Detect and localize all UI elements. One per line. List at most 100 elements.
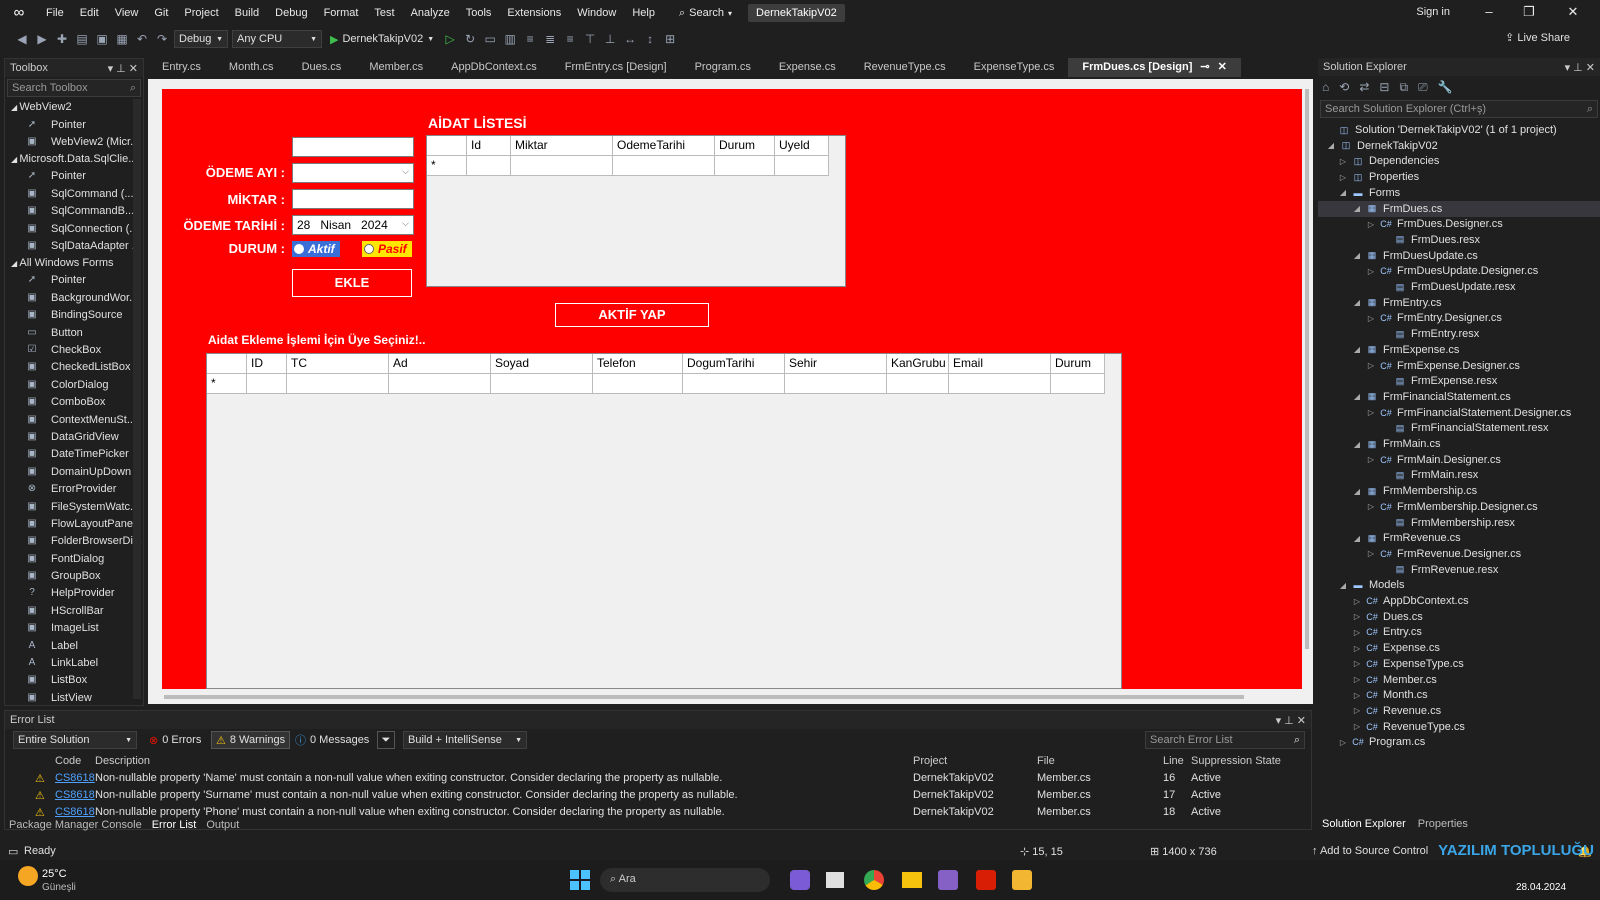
windows-start-icon[interactable] xyxy=(570,870,590,890)
panel-tab[interactable]: Solution Explorer xyxy=(1322,818,1406,830)
menu-window[interactable]: Window xyxy=(569,0,624,26)
menu-edit[interactable]: Edit xyxy=(72,0,107,26)
model-file[interactable]: ▷ C# Revenue.cs xyxy=(1318,703,1600,719)
grid-cell[interactable] xyxy=(511,156,613,176)
align-top-icon[interactable]: ⊤ xyxy=(582,31,598,47)
collapse-icon[interactable]: ⊟ xyxy=(1379,80,1389,96)
grid-cell[interactable] xyxy=(613,156,715,176)
minimize-icon[interactable]: – xyxy=(1474,4,1504,19)
col-code[interactable]: Code xyxy=(55,755,81,767)
col-description[interactable]: Description xyxy=(95,755,150,767)
toolbox-item[interactable]: ▣ ImageList xyxy=(5,620,143,637)
copilot-icon[interactable] xyxy=(790,870,810,890)
error-list-search[interactable]: Search Error List ⌕ xyxy=(1145,731,1305,749)
file-explorer-icon[interactable] xyxy=(902,872,922,888)
toolbox-item[interactable]: ⊗ ErrorProvider xyxy=(5,480,143,497)
toolbox-item[interactable]: ▣ FileSystemWatc... xyxy=(5,498,143,515)
designer-file[interactable]: ▷ C# FrmMembership.Designer.cs xyxy=(1318,499,1600,515)
menu-file[interactable]: File xyxy=(38,0,72,26)
toolbox-item[interactable]: ▣ SqlConnection (... xyxy=(5,220,143,237)
properties-node[interactable]: ▷ ◫ Properties xyxy=(1318,169,1600,185)
document-tab[interactable]: ExpenseType.cs xyxy=(960,58,1069,77)
toolbox-item[interactable]: ▣ DomainUpDown xyxy=(5,463,143,480)
add-to-source-control-button[interactable]: ↑ Add to Source Control xyxy=(1312,845,1428,857)
document-tab[interactable]: Entry.cs xyxy=(148,58,215,77)
toolbox-item[interactable]: ▣ ComboBox xyxy=(5,393,143,410)
toolbox-item[interactable]: ▣ FontDialog xyxy=(5,550,143,567)
toolbox-item[interactable]: ▣ DataGridView xyxy=(5,428,143,445)
document-tab[interactable]: Expense.cs xyxy=(765,58,850,77)
error-code-link[interactable]: CS8618 xyxy=(55,772,95,784)
menu-extensions[interactable]: Extensions xyxy=(499,0,569,26)
column-header[interactable]: DogumTarihi xyxy=(683,354,785,374)
grid-cell[interactable] xyxy=(715,156,775,176)
toolbox-item[interactable]: ▣ ListBox xyxy=(5,672,143,689)
radio-aktif[interactable]: Aktif xyxy=(292,241,340,257)
form-file[interactable]: ◢ ▦ FrmRevenue.cs xyxy=(1318,530,1600,546)
align-center-icon[interactable]: ≣ xyxy=(542,31,558,47)
toolbox-group[interactable]: ◢ Microsoft.Data.SqlClie... xyxy=(5,151,143,168)
start-without-debug-icon[interactable]: ▷ xyxy=(442,31,458,47)
align-middle-icon[interactable]: ⊥ xyxy=(602,31,618,47)
solution-node[interactable]: ◫ Solution 'DernekTakipV02' (1 of 1 proje… xyxy=(1318,122,1600,138)
model-file[interactable]: ▷ C# Month.cs xyxy=(1318,687,1600,703)
radio-pasif[interactable]: Pasif xyxy=(362,241,412,257)
toolbox-item[interactable]: ☑ CheckBox xyxy=(5,341,143,358)
toolbox-item[interactable]: ➚ Pointer xyxy=(5,272,143,289)
toolbox-item[interactable]: ▣ GroupBox xyxy=(5,567,143,584)
tab-frmdues-design[interactable]: FrmDues.cs [Design] ⊸ ✕ xyxy=(1068,58,1241,77)
toolbox-item[interactable]: ▭ Button xyxy=(5,324,143,341)
filter-icon[interactable]: ⏷ xyxy=(377,731,395,749)
document-tab[interactable]: FrmEntry.cs [Design] xyxy=(551,58,681,77)
designer-vertical-scrollbar[interactable] xyxy=(1305,89,1309,649)
designer-file[interactable]: ▷ C# FrmMain.Designer.cs xyxy=(1318,452,1600,468)
menu-project[interactable]: Project xyxy=(176,0,226,26)
dependencies-node[interactable]: ▷ ◫ Dependencies xyxy=(1318,153,1600,169)
document-tab[interactable]: Month.cs xyxy=(215,58,288,77)
designer-file[interactable]: ▷ C# FrmRevenue.Designer.cs xyxy=(1318,546,1600,562)
toolbox-group[interactable]: ◢ WebView2 xyxy=(5,99,143,116)
hot-reload-icon[interactable]: ↻ xyxy=(462,31,478,47)
menu-format[interactable]: Format xyxy=(316,0,367,26)
column-header[interactable]: Soyad xyxy=(491,354,593,374)
menu-tools[interactable]: Tools xyxy=(458,0,500,26)
resx-file[interactable]: ▤ FrmEntry.resx xyxy=(1318,326,1600,342)
error-row[interactable]: ⚠ CS8618 Non-nullable property 'Name' must… xyxy=(5,771,1295,787)
grid-cell[interactable] xyxy=(287,374,389,394)
resx-file[interactable]: ▤ FrmDues.resx xyxy=(1318,232,1600,248)
toolbox-item[interactable]: ▣ FolderBrowserDi... xyxy=(5,533,143,550)
task-view-icon[interactable] xyxy=(826,872,844,888)
filter-icon[interactable]: ⎚ xyxy=(1418,80,1428,96)
folder-icon[interactable]: ▭ xyxy=(482,31,498,47)
member-datagridview[interactable]: ID TC Ad Soyad Telefon DogumTarihi Sehir KanGru… xyxy=(206,353,1122,689)
designer-file[interactable]: ▷ C# FrmExpense.Designer.cs xyxy=(1318,358,1600,374)
form-file[interactable]: ◢ ▦ FrmMembership.cs xyxy=(1318,483,1600,499)
grid-cell[interactable] xyxy=(491,374,593,394)
error-row[interactable]: ⚠ CS8618 Non-nullable property 'Surname' m… xyxy=(5,788,1295,804)
resx-file[interactable]: ▤ FrmDuesUpdate.resx xyxy=(1318,279,1600,295)
column-header[interactable]: OdemeTarihi xyxy=(613,136,715,156)
model-file[interactable]: ▷ C# Expense.cs xyxy=(1318,640,1600,656)
toolbox-item[interactable]: ➚ Pointer xyxy=(5,116,143,133)
toolbox-item[interactable]: ▣ SqlDataAdapter ... xyxy=(5,237,143,254)
forward-icon[interactable]: ▶ xyxy=(34,31,50,47)
grid-cell[interactable] xyxy=(1051,374,1105,394)
grid-cell[interactable] xyxy=(785,374,887,394)
acrobat-icon[interactable] xyxy=(976,870,996,890)
menu-git[interactable]: Git xyxy=(146,0,176,26)
miktar-textbox[interactable] xyxy=(292,189,414,209)
odeme-ayi-combobox[interactable]: ⌵ xyxy=(292,163,414,183)
form-file[interactable]: ◢ ▦ FrmDues.cs xyxy=(1318,200,1600,217)
toolbox-search-input[interactable]: Search Toolbox ⌕ xyxy=(7,79,141,97)
pin-icon[interactable]: ▾ ⊥ ✕ xyxy=(1565,61,1595,74)
resx-file[interactable]: ▤ FrmExpense.resx xyxy=(1318,373,1600,389)
toolbox-item[interactable]: ▣ SqlCommand (... xyxy=(5,185,143,202)
show-all-icon[interactable]: ⧉ xyxy=(1399,80,1408,96)
messages-filter-button[interactable]: ⓘ 0 Messages xyxy=(295,731,369,749)
document-tab[interactable]: Member.cs xyxy=(355,58,437,77)
resx-file[interactable]: ▤ FrmRevenue.resx xyxy=(1318,562,1600,578)
grid-cell[interactable] xyxy=(683,374,785,394)
save-all-icon[interactable]: ▦ xyxy=(114,31,130,47)
toolbox-item[interactable]: ▣ BackgroundWor... xyxy=(5,289,143,306)
menu-debug[interactable]: Debug xyxy=(267,0,315,26)
